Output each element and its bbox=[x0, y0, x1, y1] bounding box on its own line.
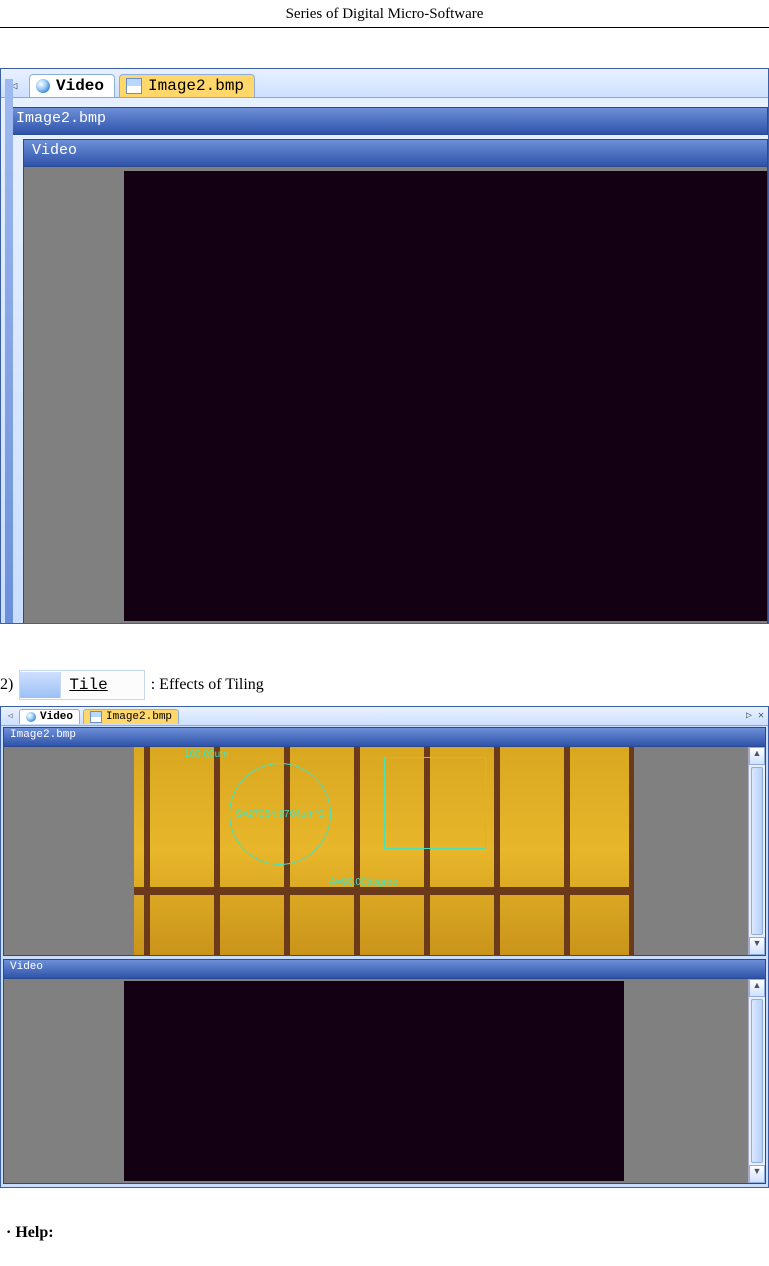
scrollbar-vertical[interactable]: ▲ ▼ bbox=[748, 747, 765, 955]
video-viewport-black bbox=[124, 171, 767, 621]
pane-top-titlebar[interactable]: Image2.bmp bbox=[3, 727, 766, 747]
pane-top-body: 100.00um S=27054.9704um^2 A=90.00degree … bbox=[3, 747, 766, 956]
scrollbar-vertical-2[interactable]: ▲ ▼ bbox=[748, 979, 765, 1183]
screenshot-cascade: ◁ Video Image2.bmp Image2.bmp Video bbox=[0, 68, 769, 624]
tab-image2-2[interactable]: Image2.bmp bbox=[83, 709, 179, 724]
scroll-up-icon[interactable]: ▲ bbox=[749, 747, 765, 765]
globe-icon bbox=[26, 712, 36, 722]
mdi-titlebar-video[interactable]: Video bbox=[23, 139, 768, 167]
tab-video-label-2: Video bbox=[40, 711, 73, 723]
mdi-titlebar-image2[interactable]: Image2.bmp bbox=[7, 107, 768, 135]
measurement-circle-label: S=27054.9704um^2 bbox=[235, 809, 325, 820]
scale-vertical bbox=[214, 747, 220, 955]
tab-image2[interactable]: Image2.bmp bbox=[119, 74, 255, 97]
measurement-circle: S=27054.9704um^2 bbox=[229, 763, 331, 865]
scroll-thumb[interactable] bbox=[751, 999, 763, 1163]
scroll-up-icon[interactable]: ▲ bbox=[749, 979, 765, 997]
help-heading-row: · Help: bbox=[6, 1224, 769, 1242]
mdi-title-image2: Image2.bmp bbox=[16, 110, 106, 127]
tab-strip: ◁ Video Image2.bmp bbox=[1, 69, 768, 98]
pane-bottom-title: Video bbox=[10, 961, 43, 973]
microscope-image: 100.00um S=27054.9704um^2 A=90.00degree bbox=[134, 747, 634, 955]
tab-video[interactable]: Video bbox=[29, 74, 115, 97]
measurement-top-label: 100.00um bbox=[184, 749, 228, 760]
tab-right-controls: ▷ ✕ bbox=[746, 710, 764, 722]
globe-icon bbox=[36, 79, 50, 93]
scale-vertical bbox=[564, 747, 570, 955]
tile-pane-top: Image2.bmp 100.00um S=27054.9704um^2 bbox=[3, 727, 766, 955]
video-viewport-black-2 bbox=[124, 981, 624, 1181]
tab-video-2[interactable]: Video bbox=[19, 709, 80, 724]
pane-bottom-body: ▲ ▼ bbox=[3, 979, 766, 1184]
measurement-angle-label: A=90.00degree bbox=[329, 877, 398, 888]
scale-vertical bbox=[354, 747, 360, 955]
tab-strip-2: ◁ Video Image2.bmp ▷ ✕ bbox=[1, 707, 768, 726]
scroll-down-icon[interactable]: ▼ bbox=[749, 1165, 765, 1183]
tab-close-icon[interactable]: ✕ bbox=[758, 710, 764, 722]
mdi-title-video: Video bbox=[32, 142, 77, 159]
pane-bottom-titlebar[interactable]: Video bbox=[3, 959, 766, 979]
picture-icon bbox=[90, 711, 102, 723]
scale-vertical bbox=[144, 747, 150, 955]
page-header: Series of Digital Micro-Software bbox=[0, 0, 769, 28]
scale-vertical bbox=[494, 747, 500, 955]
picture-icon bbox=[126, 78, 142, 94]
tab-nav-right-icon[interactable]: ▷ bbox=[746, 710, 752, 722]
scale-vertical bbox=[629, 747, 634, 955]
tile-label: Tile bbox=[61, 676, 143, 694]
mdi-body-video bbox=[23, 167, 768, 624]
tab-nav-left-icon[interactable]: ◁ bbox=[5, 709, 15, 723]
page-header-title: Series of Digital Micro-Software bbox=[286, 6, 484, 22]
item-2-number: 2) bbox=[0, 676, 13, 694]
item-2-caption: : Effects of Tiling bbox=[151, 676, 264, 694]
tile-highlight-swatch bbox=[20, 672, 61, 698]
tile-pane-bottom: Video ▲ ▼ bbox=[3, 959, 766, 1183]
item-2-row: 2) Tile : Effects of Tiling bbox=[0, 670, 769, 700]
scroll-down-icon[interactable]: ▼ bbox=[749, 937, 765, 955]
mdi-child-image2: Image2.bmp bbox=[7, 107, 768, 135]
tab-image2-label-2: Image2.bmp bbox=[106, 711, 172, 723]
tab-video-label: Video bbox=[56, 77, 104, 95]
mdi-child-video: Video bbox=[23, 139, 768, 624]
tile-menu-item[interactable]: Tile bbox=[19, 670, 144, 700]
mdi-left-strip bbox=[5, 79, 13, 623]
screenshot-tiling: ◁ Video Image2.bmp ▷ ✕ Image2.bmp bbox=[0, 706, 769, 1188]
tab-image2-label: Image2.bmp bbox=[148, 77, 244, 95]
scale-horizontal bbox=[134, 887, 634, 895]
bullet-icon: · bbox=[6, 1224, 11, 1241]
measurement-rect bbox=[384, 757, 486, 849]
pane-top-title: Image2.bmp bbox=[10, 729, 76, 741]
scroll-thumb[interactable] bbox=[751, 767, 763, 935]
help-label: Help: bbox=[15, 1224, 53, 1241]
